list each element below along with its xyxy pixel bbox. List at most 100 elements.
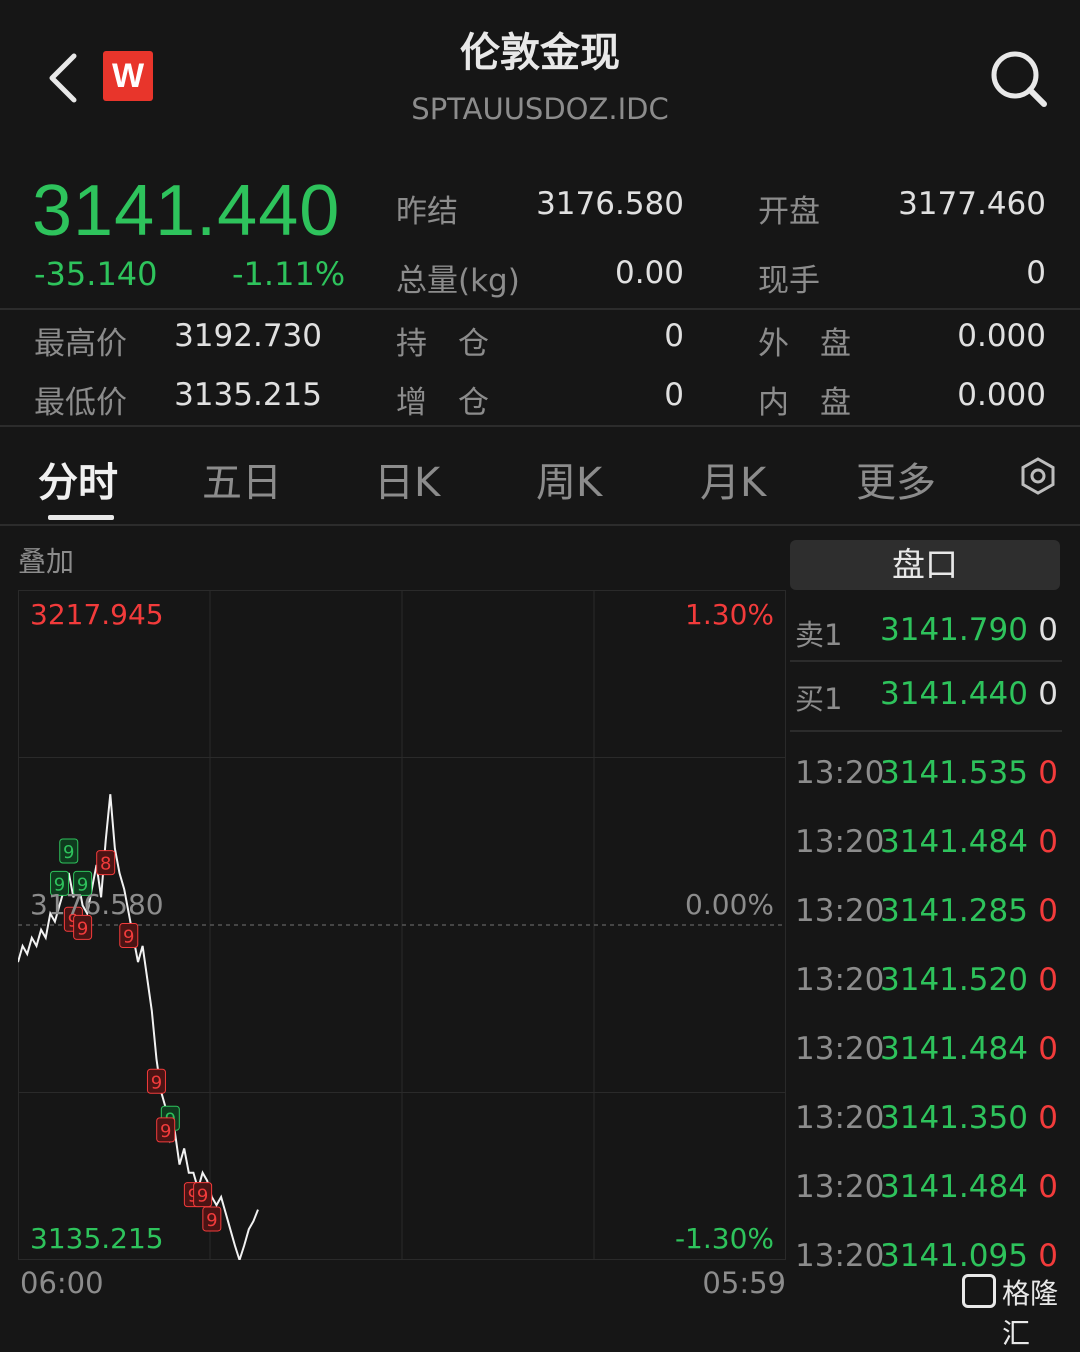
signal-marker: 9 [146, 1068, 166, 1094]
signal-marker: 9 [156, 1117, 176, 1143]
trade-time: 13:20 [795, 962, 885, 998]
trade-qty: 0 [1038, 1238, 1058, 1274]
watermark-text: 格隆汇 [1002, 1277, 1059, 1350]
signal-marker: 9 [59, 838, 79, 864]
stat-label: 最高价 [34, 326, 127, 362]
ask-label: 卖1 [795, 618, 843, 652]
stat-label: 增 仓 [396, 385, 489, 421]
stat-label: 持 仓 [396, 326, 489, 362]
stat-value: 3176.580 [536, 186, 684, 222]
stat-value: 0.00 [614, 255, 684, 291]
trade-time: 13:20 [795, 1031, 885, 1067]
exchange-logo: W [103, 51, 153, 101]
search-icon [991, 51, 1047, 107]
stat-label: 最低价 [34, 385, 127, 421]
axis-high-pct: 1.30% [685, 598, 774, 631]
search-button[interactable] [988, 48, 1050, 110]
bid-label: 买1 [795, 682, 843, 716]
trade-time: 13:20 [795, 893, 885, 929]
trade-price: 3141.285 [880, 893, 1028, 929]
signal-marker-label: 9 [151, 1072, 162, 1093]
axis-time-end: 05:59 [702, 1266, 786, 1300]
stat-value: 3135.215 [174, 377, 322, 413]
intraday-chart: 99999899999999 [17, 590, 786, 1295]
intraday-chart-svg: 99999899999999 [17, 590, 786, 1295]
stat-label: 现手 [758, 263, 820, 299]
trade-time: 13:20 [795, 1100, 885, 1136]
signal-marker-label: 9 [123, 926, 134, 947]
signal-marker: 8 [96, 850, 116, 876]
trade-qty: 0 [1038, 1031, 1058, 1067]
last-price: 3141.440 [32, 171, 341, 251]
stat-value: 3192.730 [174, 318, 322, 354]
signal-marker: 9 [202, 1206, 222, 1232]
tab-five-day[interactable]: 五日 [202, 450, 282, 508]
price-line [17, 794, 259, 1264]
divider [0, 524, 1080, 526]
stat-value: 0 [664, 377, 684, 413]
axis-low-pct: -1.30% [674, 1222, 774, 1255]
watermark-logo-icon [962, 1274, 996, 1308]
signal-marker-label: 9 [77, 918, 88, 939]
trade-price: 3141.484 [880, 824, 1028, 860]
trade-time: 13:20 [795, 755, 885, 791]
stat-value: 3177.460 [898, 186, 1046, 222]
back-button[interactable] [42, 50, 86, 106]
tab-daily-k[interactable]: 日K [374, 450, 440, 508]
tab-intraday[interactable]: 分时 [38, 450, 118, 508]
axis-high-price: 3217.945 [30, 598, 164, 631]
divider [790, 730, 1062, 732]
signal-marker-label: 9 [206, 1210, 217, 1231]
bid-price: 3141.440 [880, 676, 1028, 712]
chevron-left-icon [49, 53, 77, 103]
axis-low-price: 3135.215 [30, 1222, 164, 1255]
trade-time: 13:20 [795, 1169, 885, 1205]
stat-label: 总量(kg) [396, 263, 520, 299]
stat-value: 0.000 [957, 377, 1046, 413]
signal-marker: 9 [119, 922, 139, 948]
trade-time: 13:20 [795, 1238, 885, 1274]
trade-qty: 0 [1038, 824, 1058, 860]
trade-qty: 0 [1038, 893, 1058, 929]
tab-monthly-k[interactable]: 月K [700, 450, 766, 508]
tab-active-indicator [48, 515, 114, 520]
tab-more[interactable]: 更多 [856, 450, 936, 508]
trade-qty: 0 [1038, 1100, 1058, 1136]
page-title: 伦敦金现 [460, 30, 620, 76]
signal-marker-label: 8 [100, 854, 111, 875]
trade-price: 3141.095 [880, 1238, 1028, 1274]
ask-qty: 0 [1038, 612, 1058, 648]
divider [790, 660, 1062, 662]
signal-marker-label: 9 [63, 842, 74, 863]
stat-label: 外 盘 [758, 326, 851, 362]
trade-time: 13:20 [795, 824, 885, 860]
divider [0, 425, 1080, 427]
signal-marker-label: 9 [160, 1121, 171, 1142]
overlay-button[interactable]: 叠加 [18, 540, 74, 580]
trade-price: 3141.520 [880, 962, 1028, 998]
price-change-pct: -1.11% [232, 255, 346, 293]
trade-qty: 0 [1038, 1169, 1058, 1205]
settings-hexagon-icon [1021, 457, 1055, 495]
ask-price: 3141.790 [880, 612, 1028, 648]
axis-ref-pct: 0.00% [685, 888, 774, 921]
trade-qty: 0 [1038, 962, 1058, 998]
signal-marker-label: 9 [197, 1186, 208, 1207]
instrument-code: SPTAUUSDOZ.IDC [411, 92, 669, 126]
stat-label: 开盘 [758, 194, 820, 230]
stat-label: 昨结 [396, 194, 458, 230]
orderbook-tab[interactable]: 盘口 [790, 540, 1060, 590]
price-change: -35.140 [34, 255, 158, 293]
trade-price: 3141.535 [880, 755, 1028, 791]
chart-settings-button[interactable] [1018, 456, 1058, 496]
trade-price: 3141.484 [880, 1031, 1028, 1067]
trade-price: 3141.350 [880, 1100, 1028, 1136]
trade-price: 3141.484 [880, 1169, 1028, 1205]
divider [0, 308, 1080, 310]
trade-qty: 0 [1038, 755, 1058, 791]
axis-ref-price: 3176.580 [30, 888, 164, 921]
signal-marker: 9 [193, 1182, 213, 1208]
tab-weekly-k[interactable]: 周K [536, 450, 602, 508]
stat-label: 内 盘 [758, 385, 851, 421]
stat-value: 0 [664, 318, 684, 354]
